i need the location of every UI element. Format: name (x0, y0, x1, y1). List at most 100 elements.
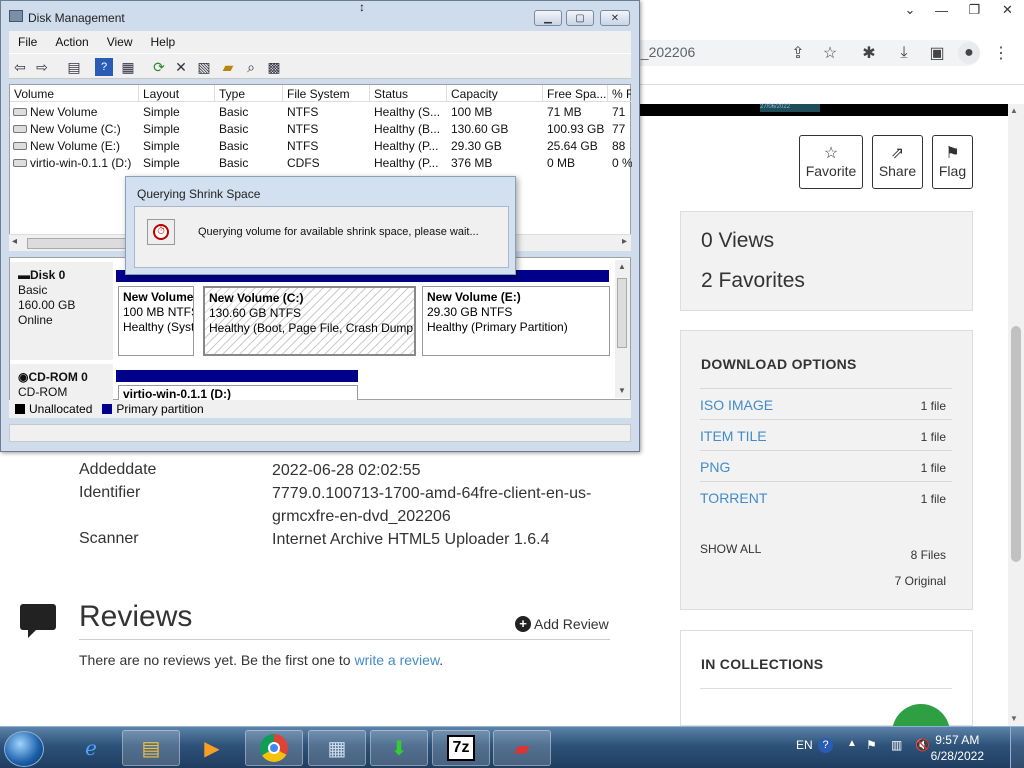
search-icon[interactable]: ⌕ (242, 58, 260, 76)
page-scrollbar[interactable] (1008, 104, 1024, 726)
volume-cell[interactable]: Basic (215, 121, 283, 138)
tab-dropdown-icon[interactable]: ⌄ (895, 0, 925, 20)
volume-cell[interactable]: 29.30 GB (447, 138, 543, 155)
volume-cell[interactable]: Healthy (P... (370, 138, 447, 155)
column-header[interactable]: Volume (10, 85, 139, 102)
column-header[interactable]: Layout (139, 85, 215, 102)
share-button[interactable]: ⇗ Share (872, 135, 923, 189)
dm-minimize-button[interactable]: ▁ (534, 10, 562, 26)
settings-icon[interactable]: ▩ (265, 58, 283, 76)
menu-view[interactable]: View (98, 35, 142, 49)
partition-cdrom[interactable]: virtio-win-0.1.1 (D:) (118, 385, 358, 401)
column-header[interactable]: Capacity (447, 85, 543, 102)
volume-cell[interactable]: NTFS (283, 104, 370, 121)
volume-cell[interactable]: Healthy (S... (370, 104, 447, 121)
volume-cell[interactable]: Basic (215, 155, 283, 172)
flag-button[interactable]: ⚑ Flag (932, 135, 973, 189)
help-icon[interactable]: ? (95, 58, 113, 76)
scroll-down-icon[interactable]: ▼ (618, 386, 626, 395)
taskbar-ie-icon[interactable]: ℯ (62, 730, 120, 766)
volume-cell[interactable]: NTFS (283, 138, 370, 155)
volume-cell[interactable]: 71 MB (543, 104, 608, 121)
volume-name-cell[interactable]: New Volume (E:) (10, 138, 139, 155)
address-text[interactable]: d_202206 (633, 44, 695, 60)
dm-close-button[interactable]: ✕ (600, 10, 630, 26)
volume-cell[interactable]: 100.93 GB (543, 121, 608, 138)
dm-maximize-button[interactable]: ▢ (566, 10, 594, 26)
volume-cell[interactable]: 0 MB (543, 155, 608, 172)
show-all-link[interactable]: SHOW ALL (700, 542, 761, 556)
scroll-right-icon[interactable]: ▸ (622, 236, 627, 247)
properties-sheet-icon[interactable]: ▧ (195, 58, 213, 76)
volume-cell[interactable]: Basic (215, 138, 283, 155)
volume-cell[interactable]: Simple (139, 138, 215, 155)
partition-e[interactable]: New Volume (E:) 29.30 GB NTFS Healthy (P… (422, 286, 610, 356)
properties-icon[interactable]: ▦ (119, 58, 137, 76)
volume-cell[interactable]: 25.64 GB (543, 138, 608, 155)
column-header[interactable]: Type (215, 85, 283, 102)
taskbar-network-icon[interactable]: ▦ (308, 730, 366, 766)
volume-muted-icon[interactable]: 🔇 (915, 738, 930, 752)
add-review-button[interactable]: + Add Review (515, 616, 609, 632)
volume-cell[interactable]: NTFS (283, 121, 370, 138)
help-tray-icon[interactable]: ? (818, 738, 833, 753)
volume-cell[interactable]: CDFS (283, 155, 370, 172)
download-icon[interactable]: ⤓ (893, 42, 915, 64)
volume-cell[interactable]: 71 (608, 104, 632, 121)
scroll-up-icon[interactable]: ▲ (618, 262, 626, 271)
volume-cell[interactable]: 77 (608, 121, 632, 138)
minimize-icon[interactable]: — (925, 0, 958, 20)
favorite-button[interactable]: ☆ Favorite (799, 135, 863, 189)
taskbar-media-player-icon[interactable]: ▶ (183, 730, 241, 766)
scroll-left-icon[interactable]: ◂ (12, 236, 17, 247)
close-icon[interactable]: ✕ (991, 0, 1024, 20)
scroll-down-icon[interactable]: ▼ (1010, 714, 1018, 723)
cdrom-label[interactable]: ◉CD-ROM 0 CD-ROM (10, 364, 113, 400)
delete-icon[interactable]: ✕ (172, 58, 190, 76)
hscroll-thumb[interactable] (27, 238, 127, 249)
graph-vscroll-thumb[interactable] (617, 278, 627, 348)
language-indicator[interactable]: EN (796, 738, 813, 752)
volume-cell[interactable]: 130.60 GB (447, 121, 543, 138)
write-review-link[interactable]: write a review (354, 652, 439, 668)
refresh-icon[interactable]: ⟳ (150, 58, 168, 76)
action-center-icon[interactable]: ⚑ (866, 738, 877, 752)
volume-cell[interactable]: Basic (215, 104, 283, 121)
volume-cell[interactable]: Healthy (P... (370, 155, 447, 172)
extensions-icon[interactable]: ✱ (858, 42, 880, 64)
clock[interactable]: 9:57 AM 6/28/2022 (931, 732, 984, 764)
open-folder-icon[interactable]: ▰ (219, 58, 237, 76)
volume-name-cell[interactable]: New Volume (10, 104, 139, 121)
volume-cell[interactable]: Simple (139, 155, 215, 172)
restore-icon[interactable]: ❐ (958, 0, 991, 20)
bookmark-star-icon[interactable]: ☆ (819, 42, 841, 64)
volume-cell[interactable]: Simple (139, 104, 215, 121)
share-page-icon[interactable]: ⇪ (787, 42, 809, 64)
column-header[interactable]: File System (283, 85, 370, 102)
volume-cell[interactable]: 376 MB (447, 155, 543, 172)
network-tray-icon[interactable]: ▥ (891, 738, 902, 752)
download-link[interactable]: ITEM TILE (700, 428, 767, 444)
scroll-up-icon[interactable]: ▲ (1010, 106, 1018, 115)
start-button[interactable] (4, 731, 44, 767)
graph-vscrollbar[interactable]: ▲ ▼ (615, 260, 630, 398)
volume-name-cell[interactable]: virtio-win-0.1.1 (D:) (10, 155, 139, 172)
menu-help[interactable]: Help (142, 35, 185, 49)
side-panel-icon[interactable]: ▣ (926, 42, 948, 64)
forward-arrow-icon[interactable]: ⇨ (33, 58, 51, 76)
download-link[interactable]: TORRENT (700, 490, 767, 506)
console-tree-icon[interactable]: ▤ (65, 58, 83, 76)
disk0-label[interactable]: ▬Disk 0 Basic 160.00 GB Online (10, 262, 113, 360)
download-link[interactable]: PNG (700, 459, 730, 475)
column-header[interactable]: Free Spa... (543, 85, 608, 102)
menu-action[interactable]: Action (46, 35, 97, 49)
column-header[interactable]: Status (370, 85, 447, 102)
show-desktop-button[interactable] (1010, 727, 1024, 768)
partition-system[interactable]: New Volume 100 MB NTFS Healthy (Syst (118, 286, 194, 356)
download-link[interactable]: ISO IMAGE (700, 397, 773, 413)
volume-name-cell[interactable]: New Volume (C:) (10, 121, 139, 138)
scrollbar-thumb[interactable] (1011, 326, 1021, 562)
taskbar-explorer-icon[interactable]: ▤ (122, 730, 180, 766)
volume-cell[interactable]: 100 MB (447, 104, 543, 121)
volume-cell[interactable]: 88 (608, 138, 632, 155)
